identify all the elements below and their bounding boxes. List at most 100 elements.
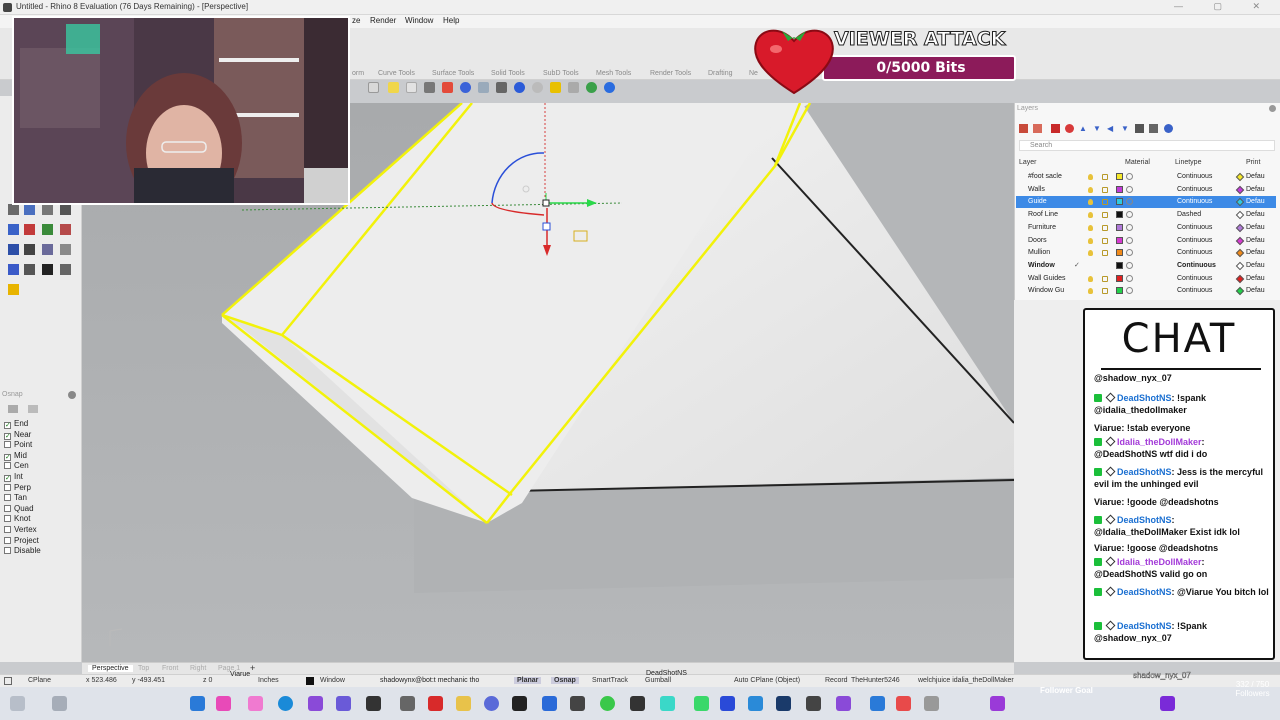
layer-name[interactable]: Mullion <box>1028 247 1050 259</box>
layer-name[interactable]: Furniture <box>1028 222 1056 234</box>
add-tab-icon[interactable]: + <box>250 663 255 673</box>
layer-name[interactable]: Roof Line <box>1028 209 1058 221</box>
dimension-tool-icon[interactable] <box>60 264 71 275</box>
color-wheel-icon[interactable] <box>460 82 471 93</box>
layer-linetype[interactable]: Continuous <box>1177 285 1212 297</box>
circle-tool-icon[interactable] <box>24 224 35 235</box>
tab-right[interactable]: Right <box>190 665 206 672</box>
checkbox[interactable] <box>4 515 11 523</box>
tab-solid-tools[interactable]: Solid Tools <box>491 70 525 77</box>
bulb-icon[interactable] <box>1088 186 1093 193</box>
layer-row[interactable]: #foot sacle Continuous Defau <box>1016 171 1276 183</box>
move-down-icon[interactable]: ▼ <box>1093 124 1101 133</box>
status-autocplane[interactable]: Auto CPlane (Object) <box>734 677 800 684</box>
print-color-icon[interactable] <box>1235 210 1245 220</box>
layer-color-swatch[interactable] <box>1116 261 1123 269</box>
layer-print-width[interactable]: Defau <box>1246 184 1265 196</box>
osnap-knot[interactable]: Knot <box>4 514 30 524</box>
move-up-icon[interactable]: ▲ <box>1079 124 1087 133</box>
transform-tool-icon[interactable] <box>60 244 71 255</box>
edit-tool-icon[interactable] <box>8 264 19 275</box>
checkbox[interactable]: ✓ <box>4 475 11 482</box>
check-tool-icon[interactable] <box>42 264 53 275</box>
layer-linetype[interactable]: Continuous <box>1177 184 1212 196</box>
osnap-project[interactable]: Project <box>4 536 39 546</box>
bulb-icon[interactable] <box>1088 212 1093 219</box>
windows-start-icon[interactable] <box>190 696 205 711</box>
layer-print-width[interactable]: Defau <box>1246 260 1265 272</box>
app-icon[interactable] <box>570 696 585 711</box>
status-smarttrack[interactable]: SmartTrack <box>592 677 628 684</box>
checkbox[interactable] <box>4 547 11 555</box>
layer-color-swatch[interactable] <box>1116 274 1123 282</box>
tab-curve-tools[interactable]: Curve Tools <box>378 70 415 77</box>
lasso-icon[interactable] <box>368 82 379 93</box>
lock-icon[interactable] <box>1102 212 1108 219</box>
layer-linetype[interactable]: Continuous <box>1177 196 1212 208</box>
layer-linetype[interactable]: Continuous <box>1177 171 1212 183</box>
material-icon[interactable] <box>1126 223 1133 231</box>
folder-icon[interactable] <box>456 696 471 711</box>
tab-surface-tools[interactable]: Surface Tools <box>432 70 474 77</box>
layer-name[interactable]: Guide <box>1028 196 1047 208</box>
surface-tool-icon[interactable] <box>8 244 19 255</box>
checkbox[interactable] <box>4 536 11 544</box>
rectangle-tool-icon[interactable] <box>60 224 71 235</box>
lock-icon[interactable] <box>1102 288 1108 295</box>
status-planar[interactable]: Planar <box>514 677 542 684</box>
print-color-icon[interactable] <box>1235 274 1245 283</box>
app-icon[interactable] <box>512 696 527 711</box>
material-icon[interactable] <box>1126 236 1133 244</box>
bulb-icon[interactable] <box>1088 288 1093 295</box>
material-icon[interactable] <box>1126 274 1133 282</box>
layer-linetype[interactable]: Continuous <box>1177 260 1216 272</box>
tab-render-tools[interactable]: Render Tools <box>650 70 691 77</box>
app-icon[interactable] <box>748 696 763 711</box>
checkbox[interactable] <box>4 494 11 502</box>
lock-icon[interactable] <box>1102 275 1108 282</box>
tab-transform[interactable]: orm <box>352 70 364 77</box>
tab-perspective[interactable]: Perspective <box>88 665 133 672</box>
print-color-icon[interactable] <box>1235 185 1245 194</box>
menu-item[interactable]: ze <box>352 16 360 25</box>
layer-print-width[interactable]: Defau <box>1246 235 1265 247</box>
lock-icon[interactable] <box>1102 237 1108 244</box>
lock-icon[interactable] <box>424 82 435 93</box>
app-icon[interactable] <box>630 696 645 711</box>
tab-top[interactable]: Top <box>138 665 149 672</box>
layer-print-width[interactable]: Defau <box>1246 209 1265 221</box>
print-color-icon[interactable] <box>1235 198 1245 207</box>
options-icon[interactable] <box>568 82 579 93</box>
globe-icon[interactable] <box>514 82 525 93</box>
options-icon[interactable] <box>28 405 38 413</box>
osnap-point[interactable]: Point <box>4 440 32 450</box>
new-sublayer-icon[interactable] <box>1033 124 1042 133</box>
lock-icon[interactable] <box>1102 186 1108 193</box>
osnap-vertex[interactable]: Vertex <box>4 525 37 535</box>
plugin-icon[interactable] <box>586 82 597 93</box>
layer-search-input[interactable]: Search <box>1019 140 1275 151</box>
bulb-icon[interactable] <box>1088 174 1093 180</box>
lock-icon[interactable] <box>1102 224 1108 231</box>
line-tool-icon[interactable] <box>42 204 53 215</box>
material-icon[interactable] <box>1126 287 1133 295</box>
column-material[interactable]: Material <box>1125 159 1150 166</box>
status-cplane[interactable]: CPlane <box>28 677 51 684</box>
edge-icon[interactable] <box>278 696 293 711</box>
light-icon[interactable] <box>388 82 399 93</box>
layer-row[interactable]: Mullion Continuous Defau <box>1016 247 1276 259</box>
layer-print-width[interactable]: Defau <box>1246 196 1265 208</box>
layer-color-swatch[interactable] <box>1116 287 1123 295</box>
layer-print-width[interactable]: Defau <box>1246 247 1265 259</box>
layer-row[interactable]: Wall Guides Continuous Defau <box>1016 273 1276 285</box>
layer-name[interactable]: Wall Guides <box>1028 273 1065 285</box>
osnap-cen[interactable]: Cen <box>4 461 29 471</box>
material-icon[interactable] <box>1126 211 1133 219</box>
mesh-tool-icon[interactable] <box>42 244 53 255</box>
layer-color-swatch[interactable] <box>1116 198 1123 206</box>
bulb-icon[interactable] <box>1088 199 1093 206</box>
sphere-icon[interactable] <box>478 82 489 93</box>
layer-color-swatch[interactable] <box>1116 249 1123 257</box>
checkbox[interactable]: ✓ <box>4 432 11 440</box>
help-icon[interactable] <box>1164 124 1173 133</box>
